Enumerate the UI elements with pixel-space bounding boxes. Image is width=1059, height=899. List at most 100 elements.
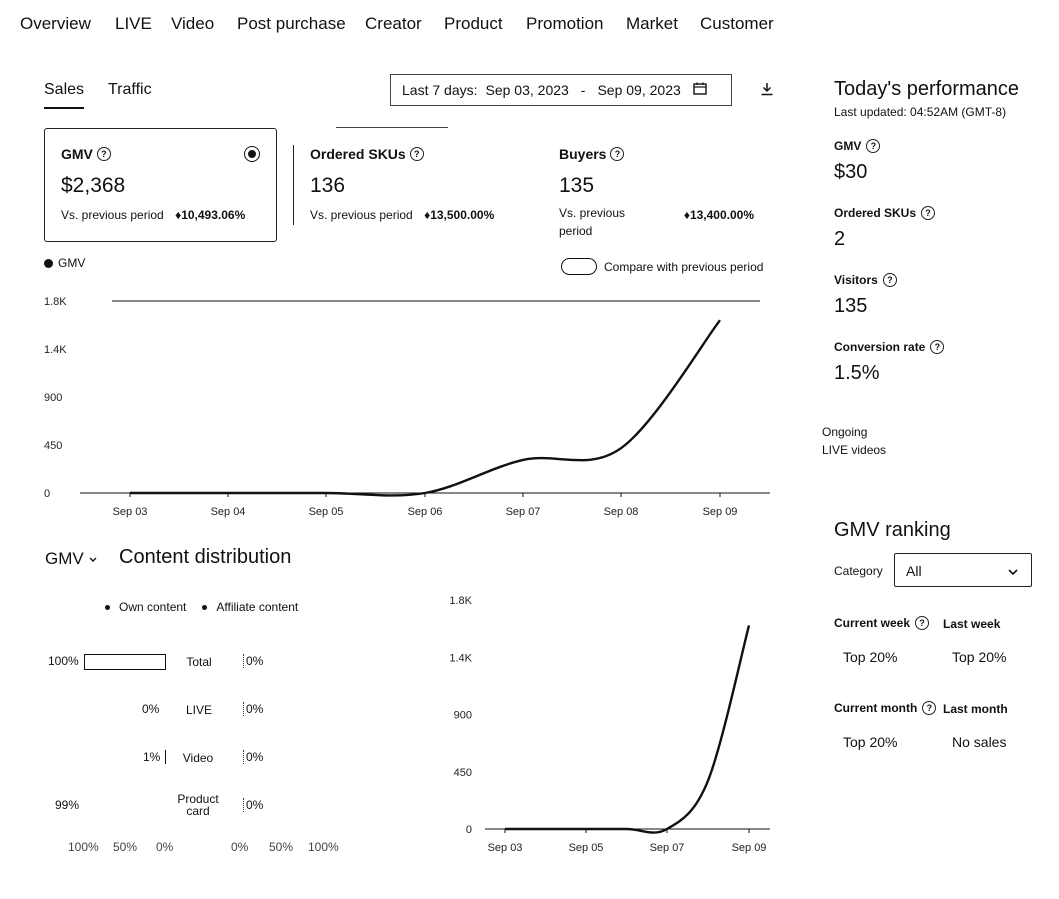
help-icon[interactable]: ? bbox=[409, 147, 424, 161]
category-label: Category bbox=[834, 564, 883, 578]
today-gmv-label: GMV bbox=[834, 139, 862, 153]
gmv-compare: Vs. previous period bbox=[61, 208, 164, 222]
help-icon[interactable]: ? bbox=[930, 340, 945, 354]
gmv-card: GMV? $2,368 Vs. previous period ♦10,493.… bbox=[61, 146, 266, 222]
nav-promotion[interactable]: Promotion bbox=[526, 14, 603, 34]
dist-left-value: 1% bbox=[143, 750, 161, 764]
help-icon[interactable]: ? bbox=[96, 147, 111, 161]
content-line-chart: 0 450 900 1.4K 1.8K Sep 03 Sep 05 Sep 07 Sep 09 bbox=[449, 595, 770, 854]
y-tick-label: 900 bbox=[454, 710, 472, 722]
last-updated: Last updated: 04:52AM (GMT-8) bbox=[834, 105, 1007, 119]
help-icon[interactable]: ? bbox=[915, 616, 930, 630]
divider-line bbox=[336, 127, 448, 128]
nav-creator[interactable]: Creator bbox=[365, 14, 422, 34]
gmv-radio-icon[interactable] bbox=[244, 146, 260, 162]
legend-dot-icon bbox=[105, 604, 110, 610]
help-icon[interactable]: ? bbox=[610, 147, 625, 161]
skus-value: 136 bbox=[310, 174, 346, 197]
current-week-label: Current week bbox=[834, 616, 911, 630]
help-icon[interactable]: ? bbox=[882, 273, 897, 287]
y-tick-label: 0 bbox=[44, 488, 50, 500]
download-icon[interactable] bbox=[760, 82, 774, 101]
nav-product[interactable]: Product bbox=[444, 14, 503, 34]
x-tick-label: Sep 08 bbox=[604, 506, 639, 518]
skus-card[interactable]: Ordered SKUs? 136 Vs. previous period ♦1… bbox=[310, 146, 530, 222]
dist-right-value: 0% bbox=[243, 702, 263, 716]
chevron-down-icon bbox=[1007, 564, 1019, 582]
x-tick-label: Sep 09 bbox=[732, 842, 767, 854]
today-visitors-label: Visitors bbox=[834, 273, 878, 287]
current-week-row: Current week? bbox=[834, 616, 930, 630]
date-range-label: Last 7 days: bbox=[402, 82, 478, 98]
dist-right-value: 0% bbox=[243, 798, 263, 812]
help-icon[interactable]: ? bbox=[921, 206, 936, 220]
legend-dot-icon bbox=[202, 604, 208, 610]
current-month-value: Top 20% bbox=[843, 734, 898, 750]
toggle-switch[interactable] bbox=[561, 258, 597, 275]
help-icon[interactable]: ? bbox=[922, 701, 937, 715]
tab-traffic[interactable]: Traffic bbox=[108, 81, 152, 99]
nav-post-purchase[interactable]: Post purchase bbox=[237, 14, 346, 34]
buyers-compare: Vs. previous period bbox=[559, 206, 626, 238]
content-metric-selector[interactable]: GMV bbox=[45, 549, 98, 569]
y-tick-label: 1.8K bbox=[44, 296, 67, 308]
y-tick-label: 1.4K bbox=[449, 652, 472, 664]
dist-right-value: 0% bbox=[243, 654, 263, 668]
today-gmv-label-row: GMV? bbox=[834, 139, 881, 153]
y-tick-label: 450 bbox=[454, 767, 472, 779]
x-tick-label: Sep 06 bbox=[408, 506, 443, 518]
x-tick-label: Sep 04 bbox=[211, 506, 246, 518]
dist-left-value: 0% bbox=[142, 702, 160, 716]
gmv-delta: 10,493.06% bbox=[181, 208, 246, 222]
dist-axis-label: 50% bbox=[269, 840, 294, 854]
compare-label: Compare with previous period bbox=[604, 259, 764, 274]
buyers-card[interactable]: Buyers? 135 Vs. previous period ♦13,400.0… bbox=[559, 146, 769, 240]
dist-right-value: 0% bbox=[243, 750, 263, 764]
date-separator: - bbox=[580, 82, 586, 98]
gmv-title: GMV bbox=[61, 146, 93, 162]
dist-axis-label: 50% bbox=[113, 840, 138, 854]
card-divider bbox=[293, 145, 294, 225]
date-range-picker[interactable]: Last 7 days: Sep 03, 2023 - Sep 09, 2023 bbox=[390, 74, 732, 106]
nav-overview[interactable]: Overview bbox=[20, 14, 91, 34]
today-visitors-label-row: Visitors? bbox=[834, 273, 897, 287]
chart-legend: GMV bbox=[44, 256, 85, 270]
skus-delta: 13,500.00% bbox=[430, 208, 495, 222]
skus-title: Ordered SKUs bbox=[310, 146, 406, 162]
x-tick-label: Sep 05 bbox=[309, 506, 344, 518]
legend-dot-icon bbox=[44, 258, 53, 268]
date-start: Sep 03, 2023 bbox=[485, 82, 569, 98]
y-tick-label: 900 bbox=[44, 392, 62, 404]
buyers-value: 135 bbox=[559, 174, 595, 197]
help-icon[interactable]: ? bbox=[866, 139, 881, 153]
tab-sales[interactable]: Sales bbox=[44, 81, 85, 109]
today-conv-label: Conversion rate bbox=[834, 340, 926, 354]
gmv-line-chart: 0 450 900 1.4K 1.8K Sep 03 Sep 04 Sep 05 Sep 06 S… bbox=[44, 296, 770, 518]
y-tick-label: 1.8K bbox=[449, 595, 472, 607]
today-skus-label-row: Ordered SKUs? bbox=[834, 206, 936, 220]
legend-gmv: GMV bbox=[58, 256, 86, 270]
content-title: Content distribution bbox=[119, 546, 292, 568]
category-select[interactable]: All bbox=[894, 553, 1032, 587]
gmv-series-line bbox=[129, 319, 721, 497]
content-metric-value: GMV bbox=[45, 549, 84, 568]
compare-toggle[interactable]: Compare with previous period bbox=[561, 258, 763, 275]
buyers-title: Buyers bbox=[559, 146, 607, 162]
today-gmv-value: $30 bbox=[834, 161, 868, 183]
today-title: Today's performance bbox=[834, 78, 1020, 100]
dist-axis-label: 100% bbox=[68, 840, 99, 854]
category-value: All bbox=[906, 563, 922, 579]
dist-label: Video bbox=[182, 751, 214, 765]
nav-live[interactable]: LIVE bbox=[115, 14, 152, 34]
nav-customer[interactable]: Customer bbox=[700, 14, 774, 34]
y-tick-label: 0 bbox=[466, 824, 472, 836]
nav-market[interactable]: Market bbox=[626, 14, 678, 34]
legend-own: Own content bbox=[119, 600, 187, 614]
last-week-value: Top 20% bbox=[952, 649, 1007, 665]
nav-video[interactable]: Video bbox=[171, 14, 214, 34]
dist-label: Total bbox=[186, 655, 212, 669]
dist-axis-label: 100% bbox=[308, 840, 339, 854]
buyers-delta: 13,400.00% bbox=[689, 208, 754, 222]
dist-label: LIVE bbox=[185, 703, 212, 717]
chevron-down-icon bbox=[88, 549, 98, 569]
